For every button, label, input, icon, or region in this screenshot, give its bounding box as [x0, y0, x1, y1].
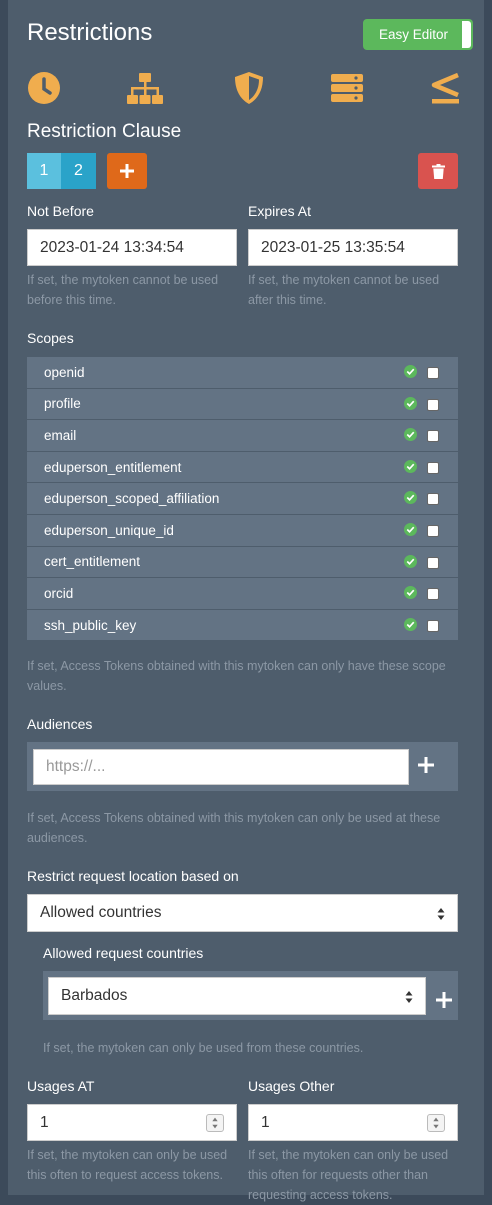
location-selected: Allowed countries: [40, 904, 162, 921]
restriction-clause-title: Restriction Clause: [27, 121, 182, 142]
list-item[interactable]: ssh_public_key: [27, 609, 458, 642]
usages-other-value: 1: [261, 1113, 270, 1131]
easy-editor-toggle[interactable]: Easy Editor: [363, 19, 473, 50]
check-circle-icon: [404, 396, 417, 410]
clock-icon[interactable]: [26, 70, 62, 106]
scope-name: eduperson_entitlement: [44, 459, 182, 475]
check-circle-icon: [404, 491, 417, 505]
list-item[interactable]: openid: [27, 357, 458, 389]
location-label: Restrict request location based on: [27, 868, 239, 884]
expires-at-input[interactable]: 2023-01-25 13:35:54: [248, 229, 458, 266]
scope-checkbox[interactable]: [427, 619, 439, 632]
scope-checkbox[interactable]: [427, 493, 439, 506]
countries-label: Allowed request countries: [43, 945, 204, 961]
scope-name: orcid: [44, 585, 74, 601]
location-select[interactable]: Allowed countries: [27, 894, 458, 932]
add-clause-button[interactable]: [107, 153, 147, 189]
usages-at-help: If set, the mytoken can only be used thi…: [27, 1148, 228, 1182]
check-circle-icon: [404, 617, 417, 631]
country-select[interactable]: Barbados: [48, 977, 426, 1015]
scope-checkbox[interactable]: [427, 398, 439, 411]
audience-input[interactable]: https://...: [33, 749, 409, 785]
country-selected: Barbados: [61, 987, 128, 1004]
less-than-equal-icon[interactable]: [428, 70, 464, 106]
usages-at-input[interactable]: 1: [27, 1104, 237, 1141]
usages-other-input[interactable]: 1: [248, 1104, 458, 1141]
countries-help: If set, the mytoken can only be used fro…: [43, 1041, 364, 1055]
restrictions-panel: Restrictions Easy Editor Restriction Cla…: [8, 0, 484, 1202]
number-spinner[interactable]: [206, 1114, 224, 1132]
add-country-button[interactable]: [436, 988, 452, 1014]
server-icon[interactable]: [329, 70, 365, 106]
list-item[interactable]: cert_entitlement: [27, 546, 458, 579]
expires-at-help: If set, the mytoken cannot be used after…: [248, 273, 440, 307]
list-item[interactable]: email: [27, 420, 458, 452]
number-spinner[interactable]: [427, 1114, 445, 1132]
clause-tab-1[interactable]: 1: [27, 153, 61, 189]
scope-checkbox[interactable]: [427, 588, 439, 601]
countries-input-group: Barbados: [43, 971, 458, 1020]
easy-editor-label: Easy Editor: [379, 27, 449, 42]
scope-checkbox[interactable]: [427, 367, 439, 379]
scope-name: eduperson_scoped_affiliation: [44, 491, 220, 507]
spinner-arrows-icon: [212, 1117, 218, 1129]
usages-other-label: Usages Other: [248, 1078, 335, 1094]
check-circle-icon: [404, 459, 417, 473]
scope-name: email: [44, 427, 77, 443]
scope-checkbox[interactable]: [427, 556, 439, 569]
check-circle-icon: [404, 554, 417, 568]
check-circle-icon: [404, 428, 417, 442]
usages-at-value: 1: [40, 1113, 49, 1131]
add-audience-button[interactable]: [418, 753, 434, 779]
scopes-list: openid profile email eduperson_entitleme…: [27, 357, 458, 642]
usages-other-help: If set, the mytoken can only be used thi…: [248, 1148, 449, 1202]
usages-at-label: Usages AT: [27, 1078, 95, 1094]
audiences-label: Audiences: [27, 716, 93, 732]
list-item[interactable]: eduperson_entitlement: [27, 451, 458, 484]
scope-name: openid: [44, 364, 85, 380]
audiences-help: If set, Access Tokens obtained with this…: [27, 811, 441, 845]
sort-caret-icon: [405, 991, 413, 1003]
plus-icon: [436, 992, 452, 1008]
list-item[interactable]: eduperson_scoped_affiliation: [27, 483, 458, 515]
scope-name: ssh_public_key: [44, 617, 137, 633]
check-circle-icon: [404, 365, 417, 378]
scope-name: eduperson_unique_id: [44, 522, 174, 538]
check-circle-icon: [404, 522, 417, 536]
page-title: Restrictions: [27, 19, 153, 46]
scope-checkbox[interactable]: [427, 524, 439, 537]
plus-icon: [120, 164, 134, 178]
not-before-input[interactable]: 2023-01-24 13:34:54: [27, 229, 237, 266]
list-item[interactable]: profile: [27, 388, 458, 421]
list-item[interactable]: eduperson_unique_id: [27, 514, 458, 547]
not-before-help: If set, the mytoken cannot be used befor…: [27, 273, 219, 307]
audiences-input-group: https://...: [27, 742, 458, 791]
network-icon[interactable]: [127, 70, 163, 106]
shield-icon[interactable]: [231, 70, 267, 106]
list-item[interactable]: orcid: [27, 578, 458, 610]
expires-at-label: Expires At: [248, 203, 312, 219]
scopes-help: If set, Access Tokens obtained with this…: [27, 659, 446, 693]
scope-name: cert_entitlement: [44, 554, 141, 570]
trash-icon: [431, 163, 445, 179]
not-before-label: Not Before: [27, 203, 94, 219]
scope-name: profile: [44, 396, 81, 412]
clause-tab-2[interactable]: 2: [61, 153, 96, 189]
scopes-label: Scopes: [27, 330, 74, 346]
delete-clause-button[interactable]: [418, 153, 458, 189]
toggle-knob: [462, 21, 471, 48]
check-circle-icon: [404, 586, 417, 600]
sort-caret-icon: [437, 908, 445, 920]
spinner-arrows-icon: [433, 1117, 439, 1129]
scope-checkbox[interactable]: [427, 430, 439, 443]
plus-icon: [418, 757, 434, 773]
scope-checkbox[interactable]: [427, 461, 439, 474]
